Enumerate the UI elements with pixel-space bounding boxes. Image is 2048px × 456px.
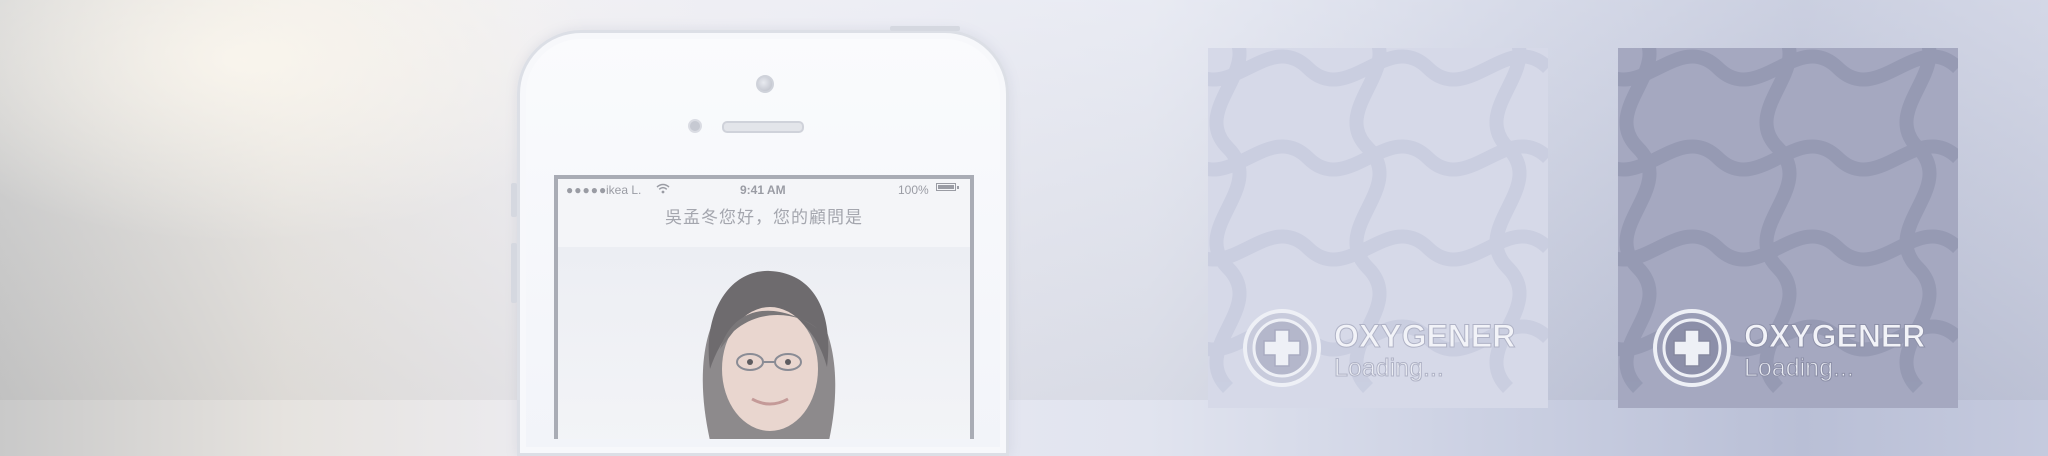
oxygener-logo: OXYGENER Loading... bbox=[1652, 308, 1958, 398]
medical-cross-icon bbox=[1653, 309, 1731, 387]
splash-screen-dark: OXYGENER Loading... bbox=[1618, 48, 1958, 408]
iphone-mockup: ●●●●● ikea L. 9:41 AM 100% 吳孟冬您好，您的顧問是 bbox=[511, 26, 1009, 456]
oxygener-logo: OXYGENER Loading... bbox=[1242, 308, 1548, 398]
loading-text: Loading... bbox=[1744, 354, 1855, 383]
brand-name: OXYGENER bbox=[1333, 318, 1516, 355]
advisor-portrait bbox=[702, 270, 836, 439]
advisor-greeting: 吳孟冬您好，您的顧問是 bbox=[665, 208, 863, 227]
phone-volume-button bbox=[511, 243, 517, 303]
proximity-sensor bbox=[688, 119, 702, 133]
status-clock: 9:41 AM bbox=[740, 183, 786, 197]
advisor-photo-area bbox=[558, 247, 970, 439]
battery-percent: 100% bbox=[898, 183, 929, 197]
phone-screen: ●●●●● ikea L. 9:41 AM 100% 吳孟冬您好，您的顧問是 bbox=[554, 175, 974, 439]
signal-strength-icon: ●●●●● bbox=[566, 183, 608, 197]
medical-cross-icon bbox=[1243, 309, 1321, 387]
battery-icon bbox=[936, 183, 959, 191]
earpiece-speaker bbox=[722, 121, 804, 133]
front-camera-icon bbox=[756, 75, 774, 93]
carrier-name: ikea L. bbox=[606, 183, 642, 197]
phone-side-button bbox=[511, 183, 517, 217]
phone-power-button bbox=[890, 26, 960, 31]
splash-screen-light: OXYGENER Loading... bbox=[1208, 48, 1548, 408]
status-bar: ●●●●● ikea L. 9:41 AM 100% bbox=[558, 179, 970, 201]
wifi-icon bbox=[656, 183, 670, 197]
brand-name: OXYGENER bbox=[1743, 318, 1926, 355]
loading-text: Loading... bbox=[1334, 354, 1445, 383]
